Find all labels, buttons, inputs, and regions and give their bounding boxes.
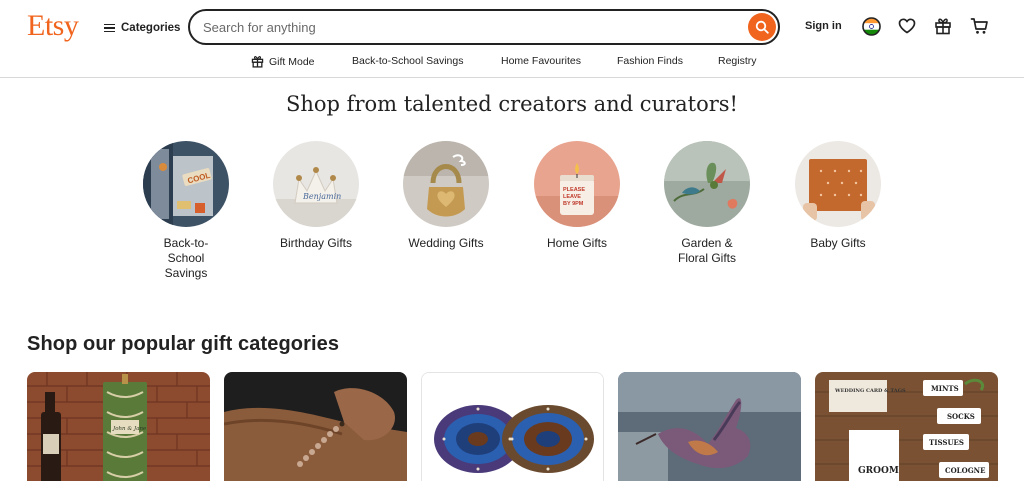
gift-card-wedding-tags[interactable]: WEDDING CARD & TAGS GROOM MINTS SOCKS TI… — [815, 372, 998, 481]
categories-label: Categories — [121, 22, 181, 34]
gift-icon — [935, 18, 951, 35]
circle-category-baby-gifts[interactable]: Baby Gifts — [783, 141, 893, 251]
etsy-logo[interactable]: Etsy — [27, 9, 79, 43]
subnav-fashion-finds[interactable]: Fashion Finds — [617, 55, 683, 67]
gift-card-image: WEDDING CARD & TAGS GROOM MINTS SOCKS TI… — [815, 372, 998, 481]
circle-category-wedding-gifts[interactable]: Wedding Gifts — [391, 141, 501, 251]
region-flag-button[interactable] — [860, 15, 882, 37]
svg-text:Benjamin: Benjamin — [302, 192, 341, 201]
subnav-back-to-school[interactable]: Back-to-School Savings — [352, 55, 463, 67]
cart-icon — [970, 18, 988, 34]
search-button[interactable] — [748, 13, 776, 41]
subnav-label: Fashion Finds — [617, 55, 683, 67]
svg-text:BY 9PM: BY 9PM — [563, 201, 584, 207]
circle-category-back-to-school[interactable]: COOL Back-to-School Savings — [131, 141, 241, 281]
search-bar — [188, 9, 780, 45]
cart-button[interactable] — [968, 15, 990, 37]
subnav-home-favourites[interactable]: Home Favourites — [501, 55, 581, 67]
search-icon — [755, 20, 769, 34]
gift-card-hummingbird[interactable] — [618, 372, 801, 481]
bottle-label-text: John & Jane — [112, 426, 147, 432]
flag-icon — [861, 16, 881, 36]
menu-icon — [104, 23, 115, 33]
category-label: Back-to-School Savings — [163, 236, 209, 280]
category-label: Birthday Gifts — [279, 236, 353, 250]
gift-card-image — [422, 373, 603, 481]
page-title: Shop from talented creators and curators… — [286, 92, 738, 116]
gift-card-image — [618, 372, 801, 481]
search-input[interactable] — [203, 18, 723, 36]
subnav-label: Registry — [718, 55, 757, 67]
subnav-label: Back-to-School Savings — [352, 55, 464, 67]
wedding-card-header: WEDDING CARD & TAGS — [834, 388, 906, 394]
tag-text: SOCKS — [947, 412, 975, 421]
gift-icon — [251, 56, 264, 68]
favorites-button[interactable] — [896, 15, 918, 37]
circle-category-home-gifts[interactable]: PLEASE LEAVE BY 9PM Home Gifts — [522, 141, 632, 251]
category-image: Benjamin — [273, 141, 359, 227]
groom-card-text: GROOM — [858, 466, 899, 476]
section-title: Shop our popular gift categories — [27, 333, 340, 355]
circle-category-garden-floral[interactable]: Garden & Floral Gifts — [652, 141, 762, 266]
site-header: Etsy Categories Sign in — [0, 0, 1024, 78]
gift-card-bracelet[interactable] — [224, 372, 407, 481]
tag-text: TISSUES — [929, 438, 964, 447]
gifts-button[interactable] — [932, 15, 954, 37]
subnav-label: Gift Mode — [269, 55, 315, 68]
category-label: Home Gifts — [546, 236, 607, 250]
category-image: COOL — [143, 141, 229, 227]
category-image — [795, 141, 881, 227]
gift-card-wine[interactable]: John & Jane — [27, 372, 210, 481]
gift-card-coasters[interactable] — [421, 372, 604, 481]
svg-text:LEAVE: LEAVE — [563, 194, 581, 200]
category-image — [403, 141, 489, 227]
circle-category-birthday-gifts[interactable]: Benjamin Birthday Gifts — [261, 141, 371, 251]
gift-card-image: John & Jane — [27, 372, 210, 481]
subnav-label: Home Favourites — [501, 55, 581, 67]
svg-text:PLEASE: PLEASE — [563, 187, 585, 193]
sign-in-link[interactable]: Sign in — [805, 20, 842, 32]
tag-text: COLOGNE — [945, 466, 985, 475]
sub-navigation: Gift Mode Back-to-School Savings Home Fa… — [0, 55, 1024, 69]
category-label: Garden & Floral Gifts — [677, 236, 736, 265]
subnav-gift-mode[interactable]: Gift Mode — [251, 55, 315, 68]
category-label: Wedding Gifts — [408, 236, 484, 250]
heart-icon — [898, 18, 916, 34]
gift-card-image — [224, 372, 407, 481]
subnav-registry[interactable]: Registry — [718, 55, 757, 67]
category-label: Baby Gifts — [810, 236, 866, 250]
tag-text: MINTS — [931, 384, 959, 393]
category-image: PLEASE LEAVE BY 9PM — [534, 141, 620, 227]
category-image — [664, 141, 750, 227]
categories-button[interactable]: Categories — [104, 19, 180, 37]
